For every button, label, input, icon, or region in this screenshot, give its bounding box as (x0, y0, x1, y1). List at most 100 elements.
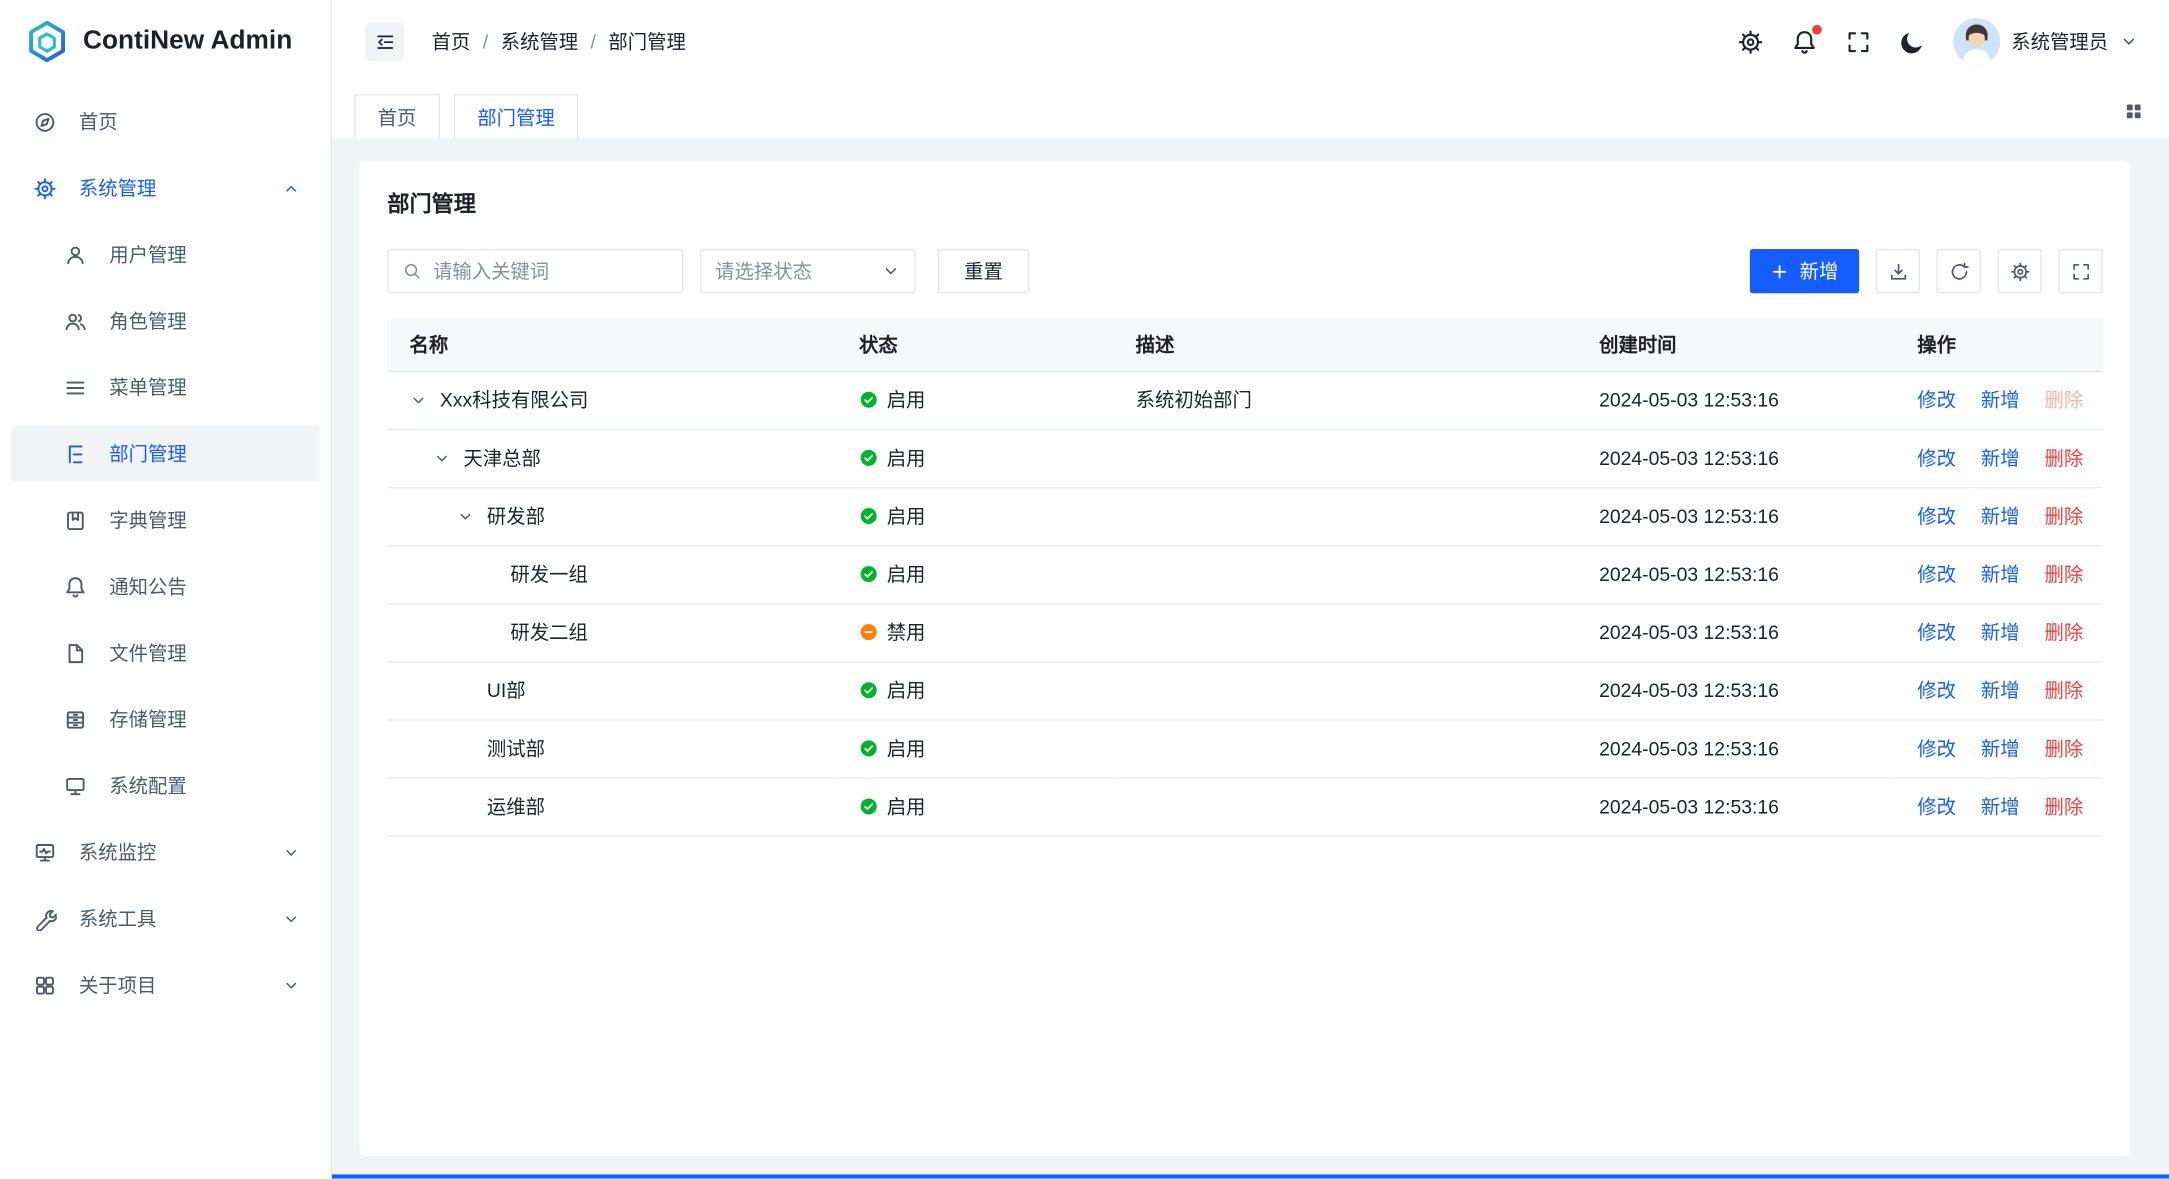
home-icon (33, 110, 57, 134)
search-input[interactable] (433, 260, 668, 282)
sidebar-item-dept-management[interactable]: 部门管理 (11, 426, 319, 481)
reset-button[interactable]: 重置 (938, 249, 1029, 293)
edit-link[interactable]: 修改 (1917, 621, 1956, 643)
sidebar-item-role-management[interactable]: 角色管理 (11, 293, 319, 348)
delete-link[interactable]: 删除 (2045, 737, 2084, 759)
keyword-search[interactable] (387, 249, 683, 293)
breadcrumb-item[interactable]: 首页 (432, 28, 471, 56)
breadcrumb-item[interactable]: 系统管理 (501, 28, 578, 56)
table-fullscreen-button[interactable] (2058, 249, 2102, 293)
sidebar-item-file-management[interactable]: 文件管理 (11, 625, 319, 680)
tab-layout-grid-icon[interactable] (2123, 100, 2144, 121)
created-time: 2024-05-03 12:53:16 (1599, 505, 1779, 527)
search-icon (403, 261, 422, 280)
delete-link[interactable]: 删除 (2045, 447, 2084, 469)
edit-link[interactable]: 修改 (1917, 389, 1956, 411)
add-child-link[interactable]: 新增 (1981, 389, 2020, 411)
breadcrumb-item[interactable]: 部门管理 (608, 28, 685, 56)
toolbar-actions: 新增 (1750, 249, 2103, 293)
column-header: 操作 (1895, 318, 2102, 371)
table-settings-button[interactable] (1997, 249, 2041, 293)
dictionary-icon (64, 508, 88, 532)
tab-item[interactable]: 部门管理 (454, 94, 578, 138)
fullscreen-icon (2070, 261, 2091, 282)
moon-icon (1899, 28, 1925, 54)
add-child-link[interactable]: 新增 (1981, 621, 2020, 643)
delete-link[interactable]: 删除 (2045, 795, 2084, 817)
add-child-link[interactable]: 新增 (1981, 505, 2020, 527)
dark-mode-toggle[interactable] (1899, 28, 1925, 54)
add-child-link[interactable]: 新增 (1981, 737, 2020, 759)
dept-name: 天津总部 (463, 444, 540, 472)
breadcrumb-separator: / (591, 30, 596, 52)
sidebar-item-label: 通知公告 (109, 573, 186, 601)
sidebar-item-label: 字典管理 (109, 506, 186, 534)
sidebar-item-menu-management[interactable]: 菜单管理 (11, 360, 319, 415)
sidebar-item-home[interactable]: 首页 (11, 94, 319, 149)
sidebar-item-user-management[interactable]: 用户管理 (11, 227, 319, 282)
sidebar-item-system-config[interactable]: 系统配置 (11, 758, 319, 813)
tab-item[interactable]: 首页 (354, 94, 440, 138)
dept-name: 测试部 (487, 735, 545, 763)
status-label: 启用 (887, 502, 926, 530)
export-button[interactable] (1876, 249, 1920, 293)
fullscreen-icon (1845, 28, 1871, 54)
add-child-link[interactable]: 新增 (1981, 563, 2020, 585)
sidebar-item-about-project[interactable]: 关于项目 (11, 957, 319, 1012)
refresh-button[interactable] (1937, 249, 1981, 293)
sidebar-item-notice-management[interactable]: 通知公告 (11, 559, 319, 614)
sidebar-collapse-button[interactable] (365, 22, 404, 61)
header-settings-button[interactable] (1737, 28, 1763, 54)
refresh-icon (1948, 261, 1969, 282)
fullscreen-button[interactable] (1845, 28, 1871, 54)
sidebar-item-system-management[interactable]: 系统管理 (11, 160, 319, 215)
chevron-down-icon (881, 261, 900, 280)
app-logo-icon (25, 19, 69, 63)
sidebar-item-label: 文件管理 (109, 639, 186, 667)
row-collapse-toggle[interactable] (433, 449, 451, 467)
toolbar: 请选择状态 重置 新增 (387, 249, 2102, 293)
breadcrumb: 首页/系统管理/部门管理 (432, 28, 686, 56)
edit-link[interactable]: 修改 (1917, 447, 1956, 469)
sidebar-item-system-tools[interactable]: 系统工具 (11, 891, 319, 946)
page-title: 部门管理 (387, 188, 2102, 224)
check-circle-icon (859, 506, 878, 525)
sidebar-item-dict-management[interactable]: 字典管理 (11, 492, 319, 547)
dept-name: 研发二组 (510, 618, 587, 646)
created-time: 2024-05-03 12:53:16 (1599, 389, 1779, 411)
created-time: 2024-05-03 12:53:16 (1599, 737, 1779, 759)
delete-link[interactable]: 删除 (2045, 505, 2084, 527)
row-collapse-toggle[interactable] (456, 507, 474, 525)
add-child-link[interactable]: 新增 (1981, 679, 2020, 701)
delete-link[interactable]: 删除 (2045, 389, 2084, 411)
topbar: 首页/系统管理/部门管理 (332, 0, 2169, 83)
table-row: 天津总部启用2024-05-03 12:53:16修改新增删除 (387, 429, 2102, 487)
column-header: 创建时间 (1577, 318, 1895, 371)
download-icon (1887, 261, 1908, 282)
avatar (1953, 18, 2000, 65)
logo[interactable]: ContiNew Admin (0, 0, 331, 83)
add-child-link[interactable]: 新增 (1981, 447, 2020, 469)
row-collapse-toggle[interactable] (409, 391, 427, 409)
user-menu[interactable]: 系统管理员 (1953, 18, 2138, 65)
delete-link[interactable]: 删除 (2045, 563, 2084, 585)
add-child-link[interactable]: 新增 (1981, 795, 2020, 817)
status-label: 启用 (887, 793, 926, 821)
edit-link[interactable]: 修改 (1917, 505, 1956, 527)
status-select[interactable]: 请选择状态 (700, 249, 916, 293)
delete-link[interactable]: 删除 (2045, 679, 2084, 701)
app-root: ContiNew Admin 首页系统管理用户管理角色管理菜单管理部门管理字典管… (0, 0, 2169, 1179)
add-button[interactable]: 新增 (1750, 249, 1859, 293)
sidebar-item-system-monitor[interactable]: 系统监控 (11, 824, 319, 879)
sidebar-item-storage-management[interactable]: 存储管理 (11, 692, 319, 747)
sidebar-item-label: 角色管理 (109, 307, 186, 335)
edit-link[interactable]: 修改 (1917, 563, 1956, 585)
edit-link[interactable]: 修改 (1917, 795, 1956, 817)
edit-link[interactable]: 修改 (1917, 737, 1956, 759)
users-icon (64, 309, 88, 333)
notifications-button[interactable] (1791, 28, 1817, 54)
topbar-actions: 系统管理员 (1737, 18, 2138, 65)
grid-icon (33, 973, 57, 997)
edit-link[interactable]: 修改 (1917, 679, 1956, 701)
delete-link[interactable]: 删除 (2045, 621, 2084, 643)
